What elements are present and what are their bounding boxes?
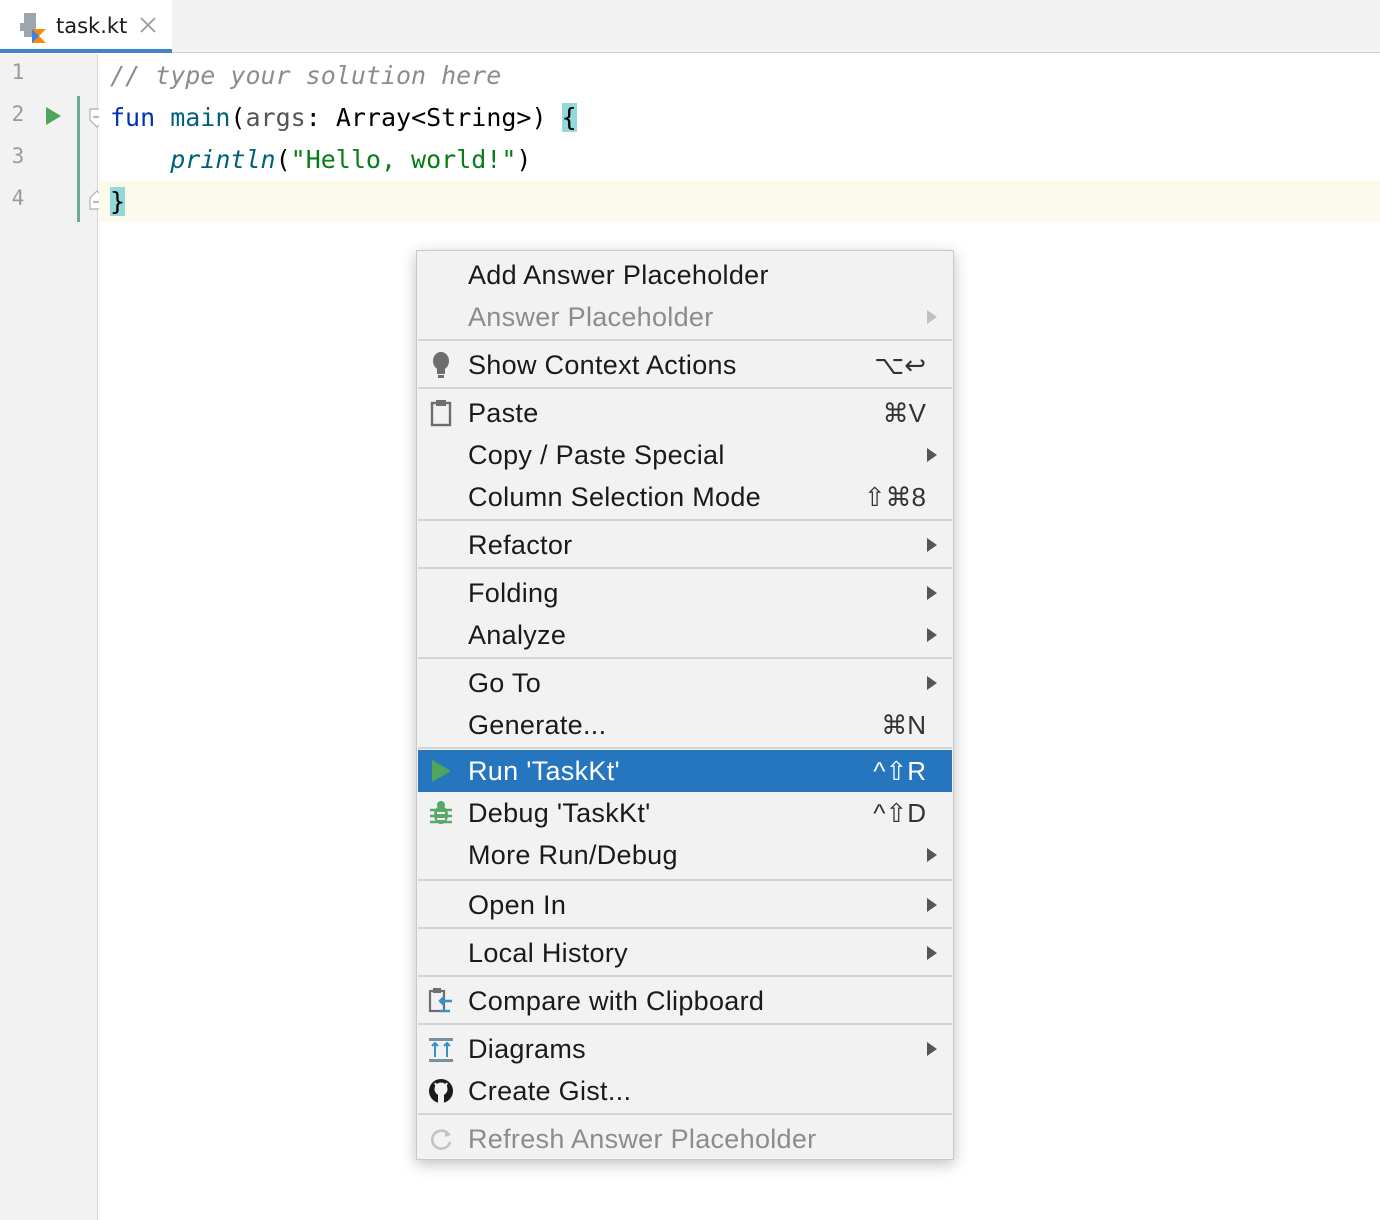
menu-separator bbox=[418, 975, 952, 977]
menu-separator bbox=[418, 927, 952, 929]
line-number: 2 bbox=[11, 102, 25, 126]
menu-item-debug-taskkt[interactable]: Debug 'TaskKt' ^⇧D bbox=[418, 792, 952, 834]
code-line-3: println("Hello, world!") bbox=[170, 145, 532, 174]
menu-item-run-taskkt[interactable]: Run 'TaskKt' ^⇧R bbox=[418, 750, 952, 792]
run-icon bbox=[432, 760, 451, 782]
vcs-change-marker[interactable] bbox=[77, 96, 80, 222]
matched-brace: { bbox=[561, 103, 577, 132]
menu-item-refresh-answer-placeholder[interactable]: Refresh Answer Placeholder bbox=[418, 1118, 952, 1160]
current-line-highlight bbox=[99, 181, 1380, 222]
menu-separator bbox=[418, 657, 952, 659]
menu-item-refactor[interactable]: Refactor bbox=[418, 524, 952, 566]
menu-item-copy-paste-special[interactable]: Copy / Paste Special bbox=[418, 434, 952, 476]
menu-item-show-context-actions[interactable]: Show Context Actions ⌥↩ bbox=[418, 344, 952, 386]
submenu-arrow-icon bbox=[927, 848, 937, 862]
menu-item-more-run-debug[interactable]: More Run/Debug bbox=[418, 834, 952, 876]
submenu-arrow-icon bbox=[927, 628, 937, 642]
menu-separator bbox=[418, 747, 952, 749]
menu-item-diagrams[interactable]: Diagrams bbox=[418, 1028, 952, 1070]
menu-item-create-gist[interactable]: Create Gist... bbox=[418, 1070, 952, 1112]
code-line-2: fun main(args: Array<String>) { bbox=[110, 103, 577, 132]
submenu-arrow-icon bbox=[927, 586, 937, 600]
menu-item-compare-with-clipboard[interactable]: Compare with Clipboard bbox=[418, 980, 952, 1022]
submenu-arrow-icon bbox=[927, 310, 937, 324]
clipboard-icon bbox=[430, 400, 452, 427]
menu-separator bbox=[418, 387, 952, 389]
menu-separator bbox=[418, 1023, 952, 1025]
menu-separator bbox=[418, 339, 952, 341]
menu-separator bbox=[418, 519, 952, 521]
kotlin-file-icon bbox=[20, 13, 46, 43]
lightbulb-icon bbox=[433, 352, 449, 378]
editor-gutter: 1 2 3 4 bbox=[0, 54, 98, 1220]
menu-item-open-in[interactable]: Open In bbox=[418, 884, 952, 926]
line-number: 1 bbox=[11, 60, 25, 84]
submenu-arrow-icon bbox=[927, 1042, 937, 1056]
menu-separator bbox=[418, 1113, 952, 1115]
submenu-arrow-icon bbox=[927, 898, 937, 912]
menu-item-add-answer-placeholder[interactable]: Add Answer Placeholder bbox=[418, 254, 952, 296]
menu-item-local-history[interactable]: Local History bbox=[418, 932, 952, 974]
matched-brace: } bbox=[110, 187, 126, 216]
tab-label: task.kt bbox=[56, 14, 128, 38]
menu-separator bbox=[418, 567, 952, 569]
compare-clipboard-icon bbox=[428, 988, 452, 1013]
line-number: 4 bbox=[11, 186, 25, 210]
refresh-icon bbox=[431, 1129, 452, 1150]
submenu-arrow-icon bbox=[927, 538, 937, 552]
run-gutter-icon[interactable] bbox=[44, 106, 62, 126]
submenu-arrow-icon bbox=[927, 448, 937, 462]
debug-bug-icon bbox=[430, 801, 452, 824]
submenu-arrow-icon bbox=[927, 676, 937, 690]
menu-separator bbox=[418, 879, 952, 881]
menu-item-folding[interactable]: Folding bbox=[418, 572, 952, 614]
github-icon bbox=[429, 1079, 453, 1103]
diagram-icon bbox=[429, 1038, 453, 1062]
tab-task-kt[interactable]: task.kt bbox=[0, 0, 172, 53]
menu-item-answer-placeholder[interactable]: Answer Placeholder bbox=[418, 296, 952, 338]
line-number: 3 bbox=[11, 144, 25, 168]
submenu-arrow-icon bbox=[927, 946, 937, 960]
menu-item-analyze[interactable]: Analyze bbox=[418, 614, 952, 656]
code-line-4: } bbox=[110, 184, 126, 220]
menu-item-go-to[interactable]: Go To bbox=[418, 662, 952, 704]
close-icon[interactable] bbox=[138, 15, 158, 35]
code-line-1: // type your solution here bbox=[110, 61, 502, 90]
menu-item-column-selection-mode[interactable]: Column Selection Mode ⇧⌘8 bbox=[418, 476, 952, 518]
menu-item-generate[interactable]: Generate... ⌘N bbox=[418, 704, 952, 746]
editor-context-menu: Add Answer Placeholder Answer Placeholde… bbox=[416, 250, 954, 1160]
editor-tab-bar: task.kt bbox=[0, 0, 1380, 53]
menu-item-paste[interactable]: Paste ⌘V bbox=[418, 392, 952, 434]
